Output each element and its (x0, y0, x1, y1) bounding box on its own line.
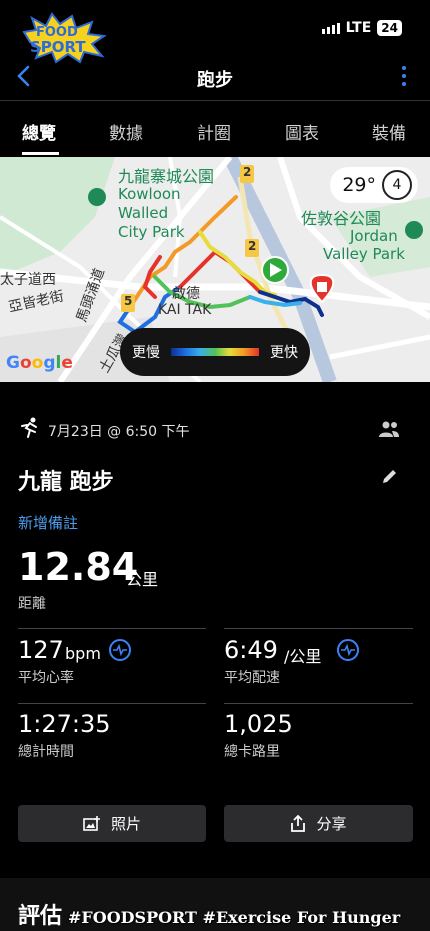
calories-value: 1,025 (224, 710, 293, 738)
divider (224, 628, 413, 629)
share-icon (291, 814, 306, 832)
start-marker-icon (261, 256, 289, 284)
map-label: Valley Park (323, 245, 405, 263)
evaluation-title: 評估 (18, 904, 63, 929)
heart-rate-pulse-icon[interactable] (108, 638, 132, 662)
network-label: LTE (345, 20, 372, 36)
photos-button-label: 照片 (110, 815, 141, 833)
tab-bar: 總覽 數據 計圈 圖表 裝備 (0, 101, 430, 157)
map-label: Jordan (350, 227, 398, 245)
map-label: 佐敦谷公園 (301, 209, 382, 228)
nav-bar: 跑步 (0, 58, 430, 100)
watermark-text: #FOODSPORT #Exercise For Hunger (68, 908, 401, 927)
route-map[interactable]: 九龍寨城公園 Kowloon Walled City Park 佐敦谷公園 Jo… (0, 157, 430, 382)
photos-button[interactable]: 照片 (18, 805, 206, 842)
weather-lap-badge: 29° 4 (330, 167, 418, 203)
distance-value: 12.84 (18, 545, 139, 589)
map-label: Walled (118, 204, 169, 222)
map-label: 太子道西 (0, 272, 56, 288)
google-logo: Google (6, 353, 73, 373)
tab-laps[interactable]: 計圈 (197, 119, 231, 144)
temperature: 29° (342, 174, 376, 196)
add-note-link[interactable]: 新增備註 (18, 512, 78, 533)
more-options-icon[interactable] (402, 66, 406, 86)
distance-unit: 公里 (126, 570, 159, 589)
park-pin-icon (88, 188, 106, 206)
pace-pulse-icon[interactable] (336, 638, 360, 662)
tab-gear[interactable]: 裝備 (372, 119, 406, 144)
heart-rate-value: 127 (18, 636, 64, 664)
calories-label: 總卡路里 (224, 744, 280, 760)
route-number: 2 (248, 239, 257, 253)
divider (224, 703, 413, 704)
legend-slower-label: 更慢 (132, 345, 160, 361)
divider (18, 703, 206, 704)
route-number: 5 (124, 294, 133, 308)
tab-charts[interactable]: 圖表 (285, 119, 319, 144)
map-label: 啟德 (172, 286, 200, 302)
heart-rate-label: 平均心率 (18, 670, 74, 686)
signal-icon (321, 22, 340, 34)
active-tab-indicator (22, 152, 59, 155)
route-number: 2 (243, 165, 252, 179)
divider (18, 628, 206, 629)
pace-gradient-bar (171, 348, 259, 356)
share-button-label: 分享 (316, 815, 347, 833)
map-label: Kowloon (118, 185, 181, 203)
activity-datetime: 7月23日 @ 6:50 下午 (48, 424, 190, 440)
lap-count-icon: 4 (382, 170, 412, 200)
battery-indicator: 24 (377, 20, 402, 36)
total-time-label: 總計時間 (18, 744, 74, 760)
total-time-value: 1:27:35 (18, 710, 111, 738)
map-label: KAI TAK (158, 302, 212, 318)
park-pin-icon (405, 221, 423, 239)
status-bar: FOOD SPORT LTE 24 (0, 0, 430, 64)
add-photo-icon (83, 815, 100, 831)
heart-rate-unit: bpm (65, 644, 101, 663)
pace-legend: 更慢 更快 (120, 328, 310, 376)
pace-unit: /公里 (284, 647, 322, 666)
page-title: 跑步 (197, 70, 233, 91)
foodsport-logo: FOOD SPORT (22, 12, 107, 64)
people-icon[interactable] (378, 420, 400, 438)
pace-label: 平均配速 (224, 670, 280, 686)
tab-overview[interactable]: 總覽 (22, 119, 56, 144)
edit-pencil-icon[interactable] (380, 468, 398, 486)
activity-title: 九龍 跑步 (18, 470, 114, 495)
svg-text:SPORT: SPORT (30, 38, 86, 56)
pace-value: 6:49 (224, 636, 278, 664)
tab-stats[interactable]: 數據 (109, 119, 143, 144)
distance-label: 距離 (18, 596, 46, 612)
running-icon (21, 417, 37, 438)
share-button[interactable]: 分享 (224, 805, 413, 842)
legend-faster-label: 更快 (270, 345, 298, 361)
map-label: 九龍寨城公園 (118, 167, 215, 186)
map-label: City Park (118, 223, 185, 241)
